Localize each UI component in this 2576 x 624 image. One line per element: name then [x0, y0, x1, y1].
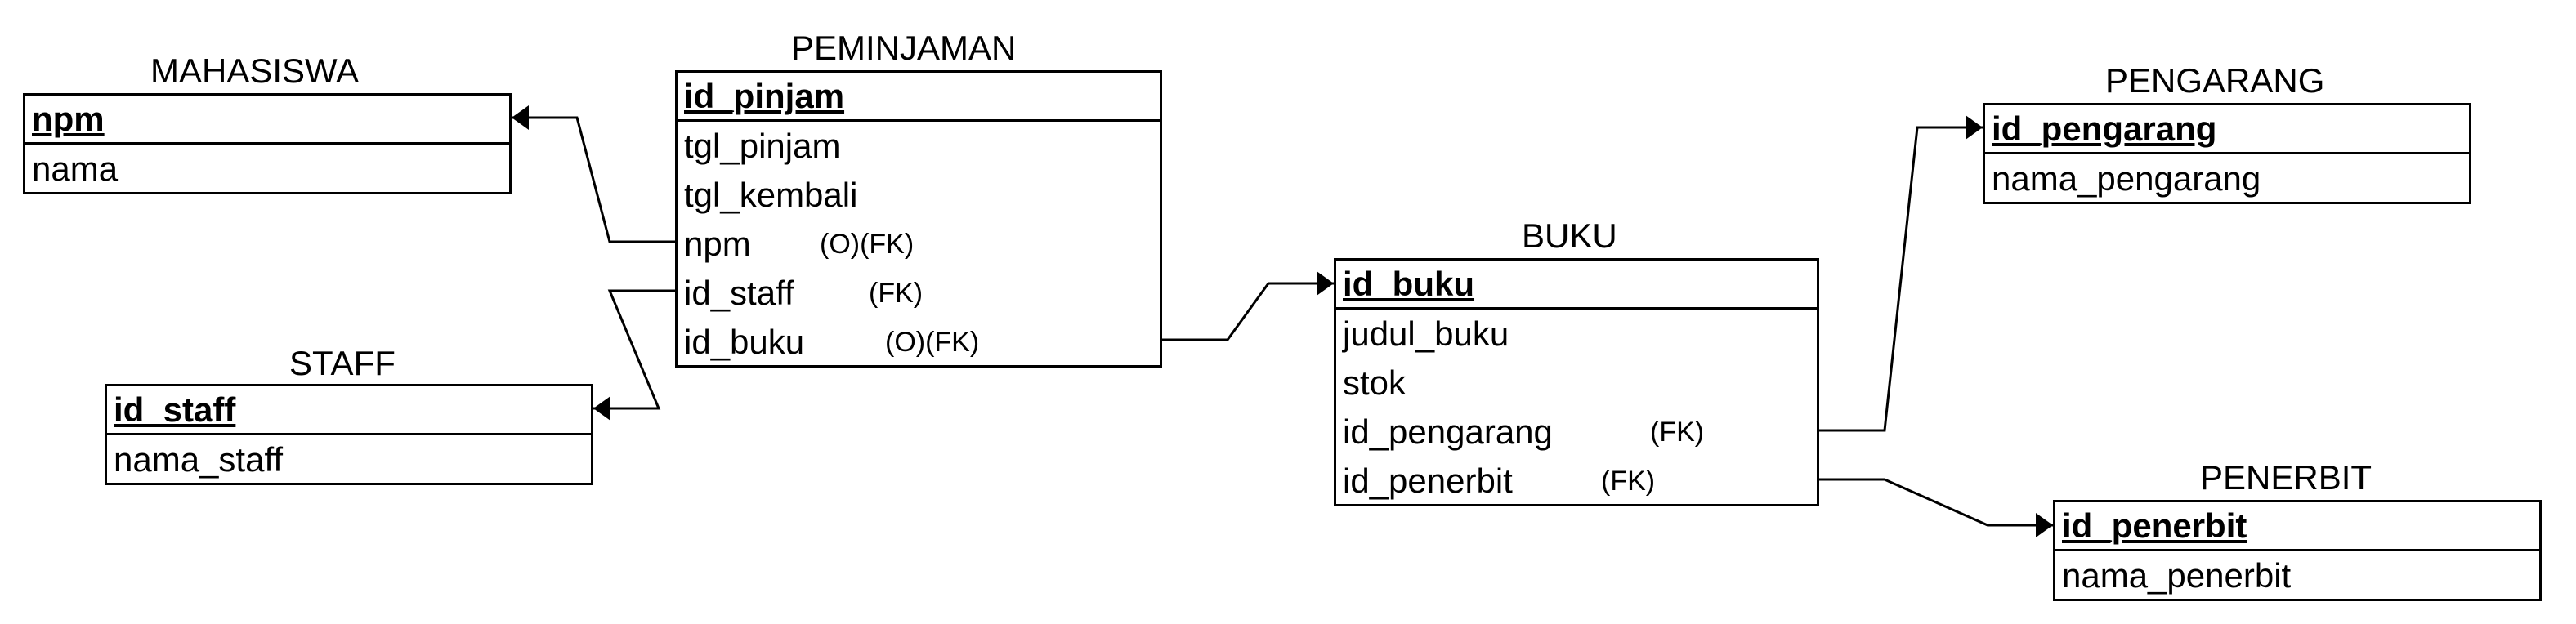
arrowhead-pengarang — [1966, 115, 1983, 140]
entity-title-penerbit: PENERBIT — [2200, 458, 2373, 497]
field: judul_buku — [1343, 314, 1509, 353]
field: nama_penerbit — [2062, 556, 2292, 595]
field-note: (FK) — [1601, 466, 1656, 497]
pk-field: id_pengarang — [1985, 105, 2469, 154]
entity-peminjaman: id_pinjam tgl_pinjam tgl_kembali npm (O)… — [675, 70, 1162, 368]
link-peminjaman-staff — [593, 289, 675, 410]
arrowhead-staff — [593, 396, 610, 421]
entity-penerbit: id_penerbit nama_penerbit — [2053, 500, 2542, 601]
field: tgl_pinjam — [684, 127, 841, 165]
entity-staff: id_staff nama_staff — [105, 384, 593, 485]
field-note: (O)(FK) — [820, 229, 915, 260]
pk-field: npm — [25, 96, 509, 145]
field-note: (FK) — [1650, 417, 1705, 448]
entity-pengarang: id_pengarang nama_pengarang — [1983, 103, 2471, 204]
entity-mahasiswa: npm nama — [23, 93, 512, 194]
field: id_penerbit — [1343, 461, 1513, 500]
field-row: id_penerbit (FK) — [1336, 457, 1817, 506]
entity-buku: id_buku judul_buku stok id_pengarang (FK… — [1334, 258, 1819, 506]
field: id_staff — [684, 274, 794, 312]
field: stok — [1343, 363, 1407, 402]
field: tgl_kembali — [684, 176, 858, 214]
field: nama_pengarang — [1992, 159, 2261, 198]
field-note: (FK) — [869, 278, 924, 309]
link-buku-pengarang — [1819, 126, 1983, 432]
link-peminjaman-buku — [1162, 282, 1334, 341]
pk-field: id_penerbit — [2055, 502, 2539, 551]
entity-title-buku: BUKU — [1522, 216, 1617, 255]
entity-title-mahasiswa: MAHASISWA — [150, 51, 360, 90]
field: npm — [684, 225, 751, 263]
field-row: id_staff (FK) — [678, 269, 1160, 318]
field: nama — [32, 149, 119, 188]
field: nama_staff — [114, 440, 284, 479]
link-buku-penerbit — [1819, 478, 2053, 527]
field: id_pengarang — [1343, 412, 1553, 451]
link-peminjaman-mahasiswa — [512, 116, 675, 243]
arrowhead-mahasiswa — [512, 105, 529, 130]
arrowhead-penerbit — [2036, 513, 2053, 537]
field-row: id_pengarang (FK) — [1336, 408, 1817, 457]
field-row: id_buku (O)(FK) — [678, 318, 1160, 367]
field: id_buku — [684, 323, 805, 361]
entity-title-peminjaman: PEMINJAMAN — [791, 29, 1017, 67]
entity-title-staff: STAFF — [289, 344, 396, 382]
pk-field: id_staff — [107, 386, 591, 435]
pk-field: id_buku — [1336, 261, 1817, 310]
arrowhead-buku — [1317, 271, 1334, 296]
field-note: (O)(FK) — [885, 327, 980, 358]
entity-title-pengarang: PENGARANG — [2105, 61, 2325, 100]
pk-field: id_pinjam — [678, 73, 1160, 122]
field-row: npm (O)(FK) — [678, 220, 1160, 269]
